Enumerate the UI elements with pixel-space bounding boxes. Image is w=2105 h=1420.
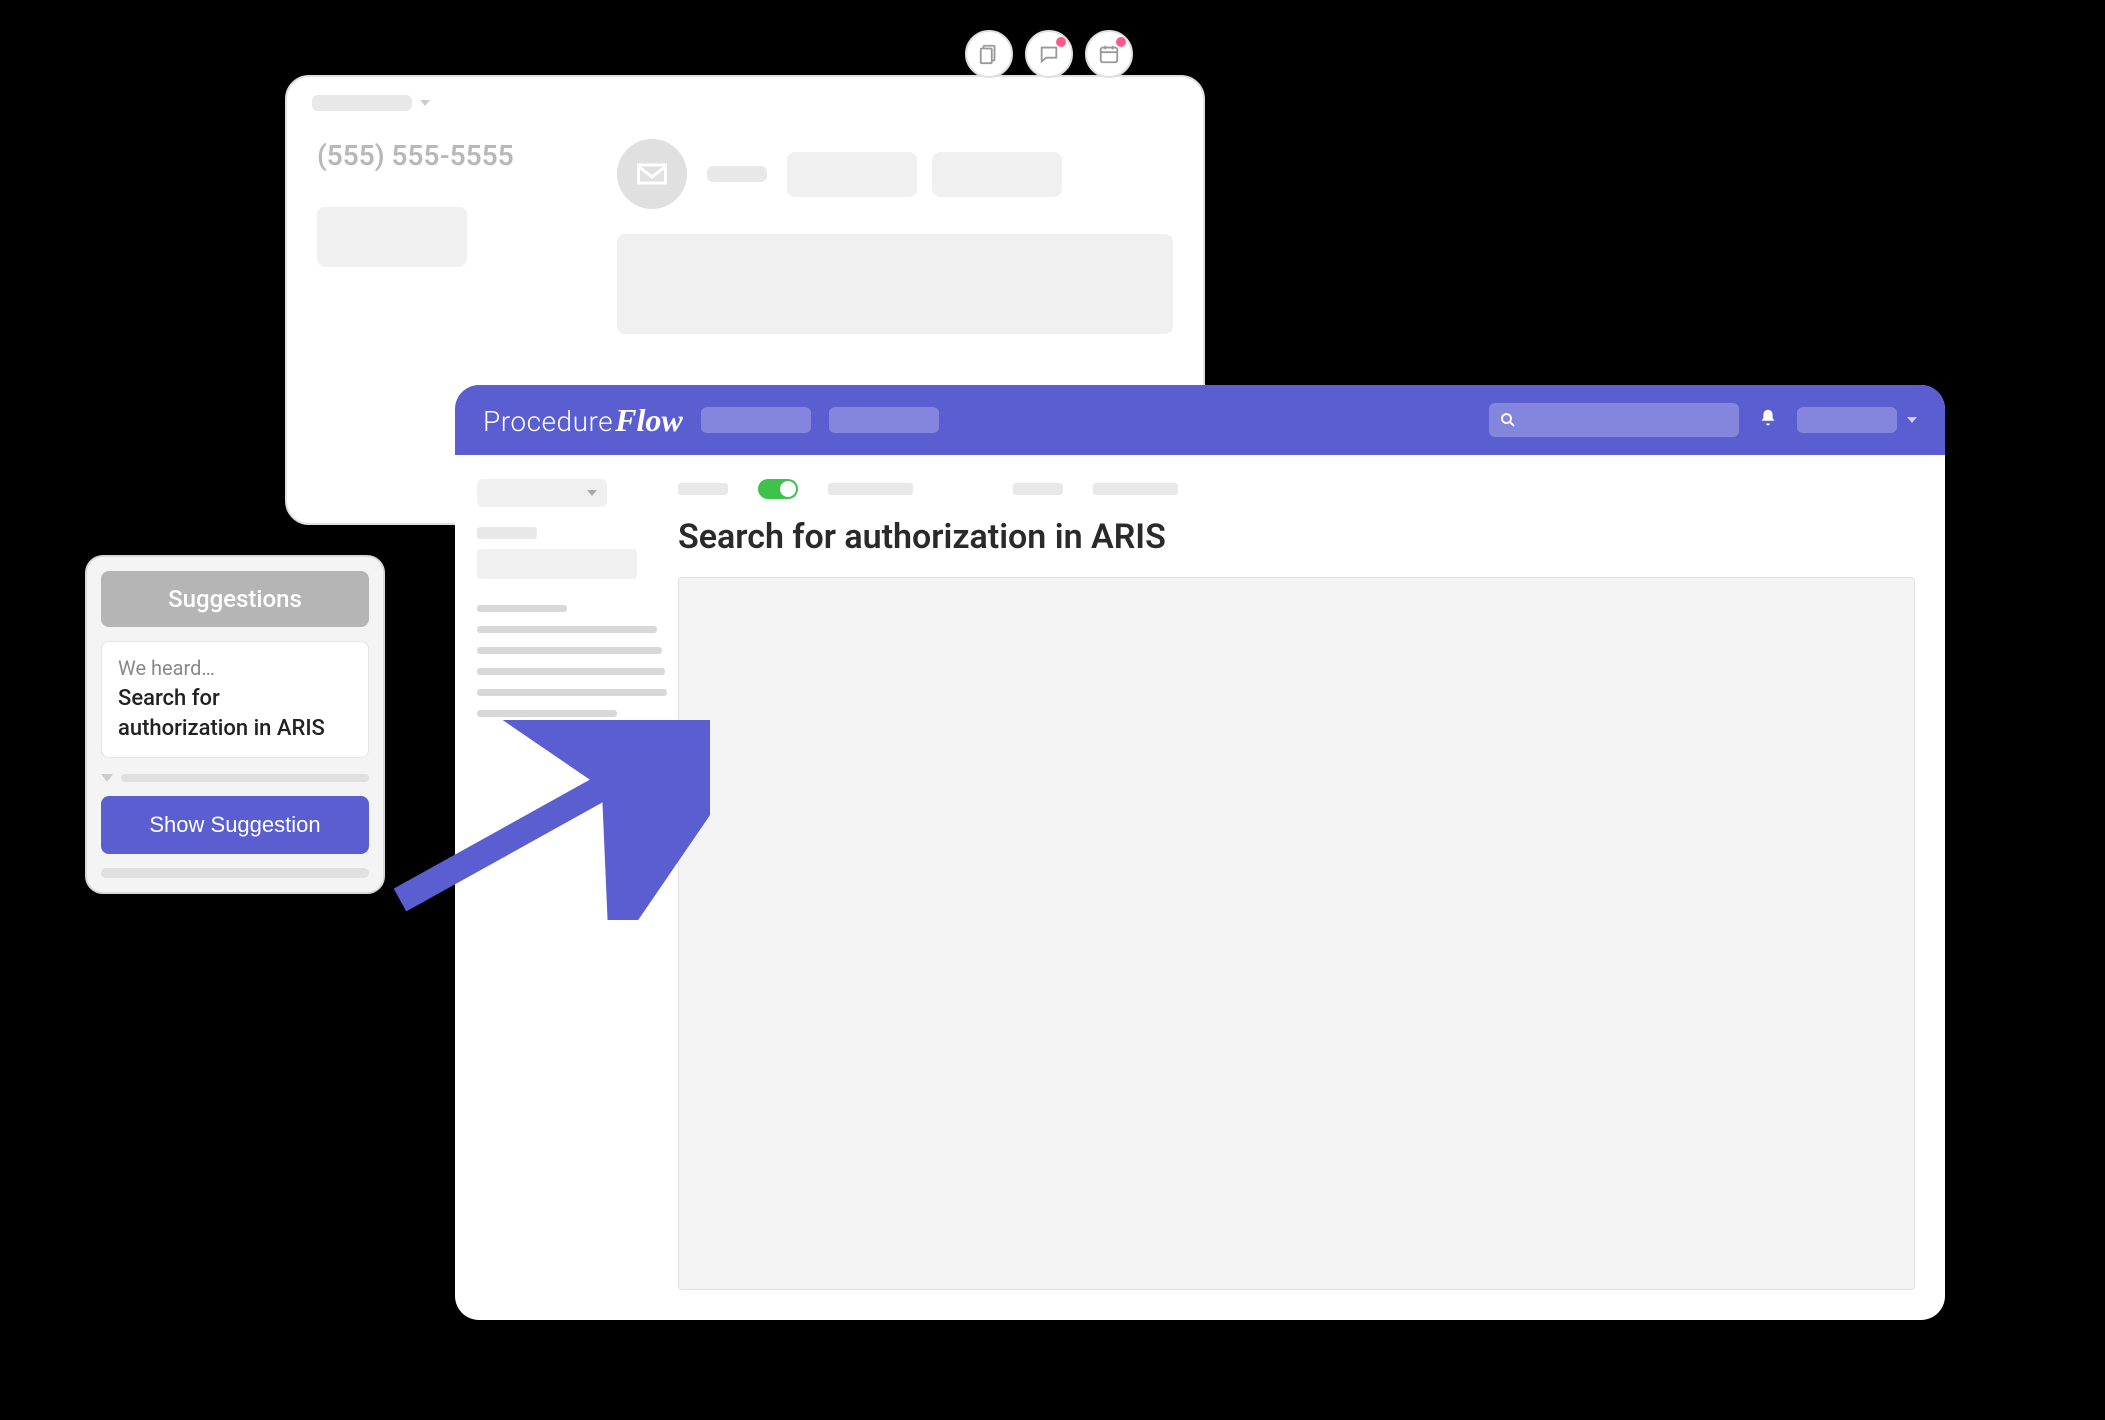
sidebar-select[interactable] — [477, 479, 607, 507]
notifications-button[interactable] — [1757, 407, 1779, 433]
chevron-down-icon — [587, 490, 597, 496]
placeholder — [707, 166, 767, 182]
placeholder — [477, 549, 637, 579]
placeholder — [477, 626, 657, 633]
notification-dot-icon — [1116, 37, 1126, 47]
search-icon — [1499, 411, 1517, 429]
placeholder — [477, 605, 567, 612]
placeholder — [828, 483, 913, 495]
pf-topbar: ProcedureFlow — [455, 385, 1945, 455]
placeholder — [477, 668, 665, 675]
phone-number: (555) 555-5555 — [317, 139, 577, 172]
pf-sidebar — [455, 455, 670, 1320]
placeholder — [617, 234, 1173, 334]
bell-icon — [1757, 407, 1779, 429]
show-suggestion-button[interactable]: Show Suggestion — [101, 796, 369, 854]
calendar-icon[interactable] — [1085, 30, 1133, 78]
placeholder — [1797, 407, 1897, 433]
chevron-down-icon — [420, 100, 430, 106]
placeholder — [477, 689, 667, 696]
placeholder — [678, 483, 728, 495]
placeholder — [1013, 483, 1063, 495]
placeholder — [787, 152, 917, 197]
nav-item[interactable] — [701, 407, 811, 433]
placeholder — [477, 527, 537, 539]
chevron-down-icon — [1907, 417, 1917, 423]
search-input[interactable] — [1489, 403, 1739, 437]
logo-word-1: Procedure — [483, 405, 613, 438]
placeholder — [932, 152, 1062, 197]
user-menu[interactable] — [1797, 407, 1917, 433]
suggestions-panel: Suggestions We heard… Search for authori… — [85, 555, 385, 894]
procedureflow-window: ProcedureFlow — [455, 385, 1945, 1320]
page-title: Search for authorization in ARIS — [678, 517, 1915, 557]
mail-avatar-icon — [617, 139, 687, 209]
flow-canvas[interactable] — [678, 577, 1915, 1290]
placeholder — [1093, 483, 1178, 495]
placeholder — [317, 207, 467, 267]
collapsed-suggestion — [101, 774, 369, 782]
we-heard-label: We heard… — [118, 656, 352, 680]
suggestion-card: We heard… Search for authorization in AR… — [101, 641, 369, 758]
toggle-switch[interactable] — [758, 479, 798, 499]
pf-toolbar — [678, 479, 1915, 499]
placeholder — [121, 774, 369, 782]
chat-icon[interactable] — [1025, 30, 1073, 78]
placeholder — [477, 710, 617, 717]
logo-word-2: Flow — [615, 402, 683, 439]
placeholder — [477, 647, 662, 654]
crm-topbar — [287, 77, 1203, 129]
suggestion-text: Search for authorization in ARIS — [118, 684, 352, 743]
pf-main: Search for authorization in ARIS — [670, 455, 1945, 1320]
suggestions-header: Suggestions — [101, 571, 369, 627]
procedureflow-logo: ProcedureFlow — [483, 402, 683, 439]
nav-item[interactable] — [829, 407, 939, 433]
chevron-down-icon — [101, 774, 113, 782]
placeholder — [101, 868, 369, 878]
notification-dot-icon — [1056, 37, 1066, 47]
documents-icon[interactable] — [965, 30, 1013, 78]
crm-header-icons — [965, 30, 1133, 78]
placeholder — [312, 95, 412, 111]
